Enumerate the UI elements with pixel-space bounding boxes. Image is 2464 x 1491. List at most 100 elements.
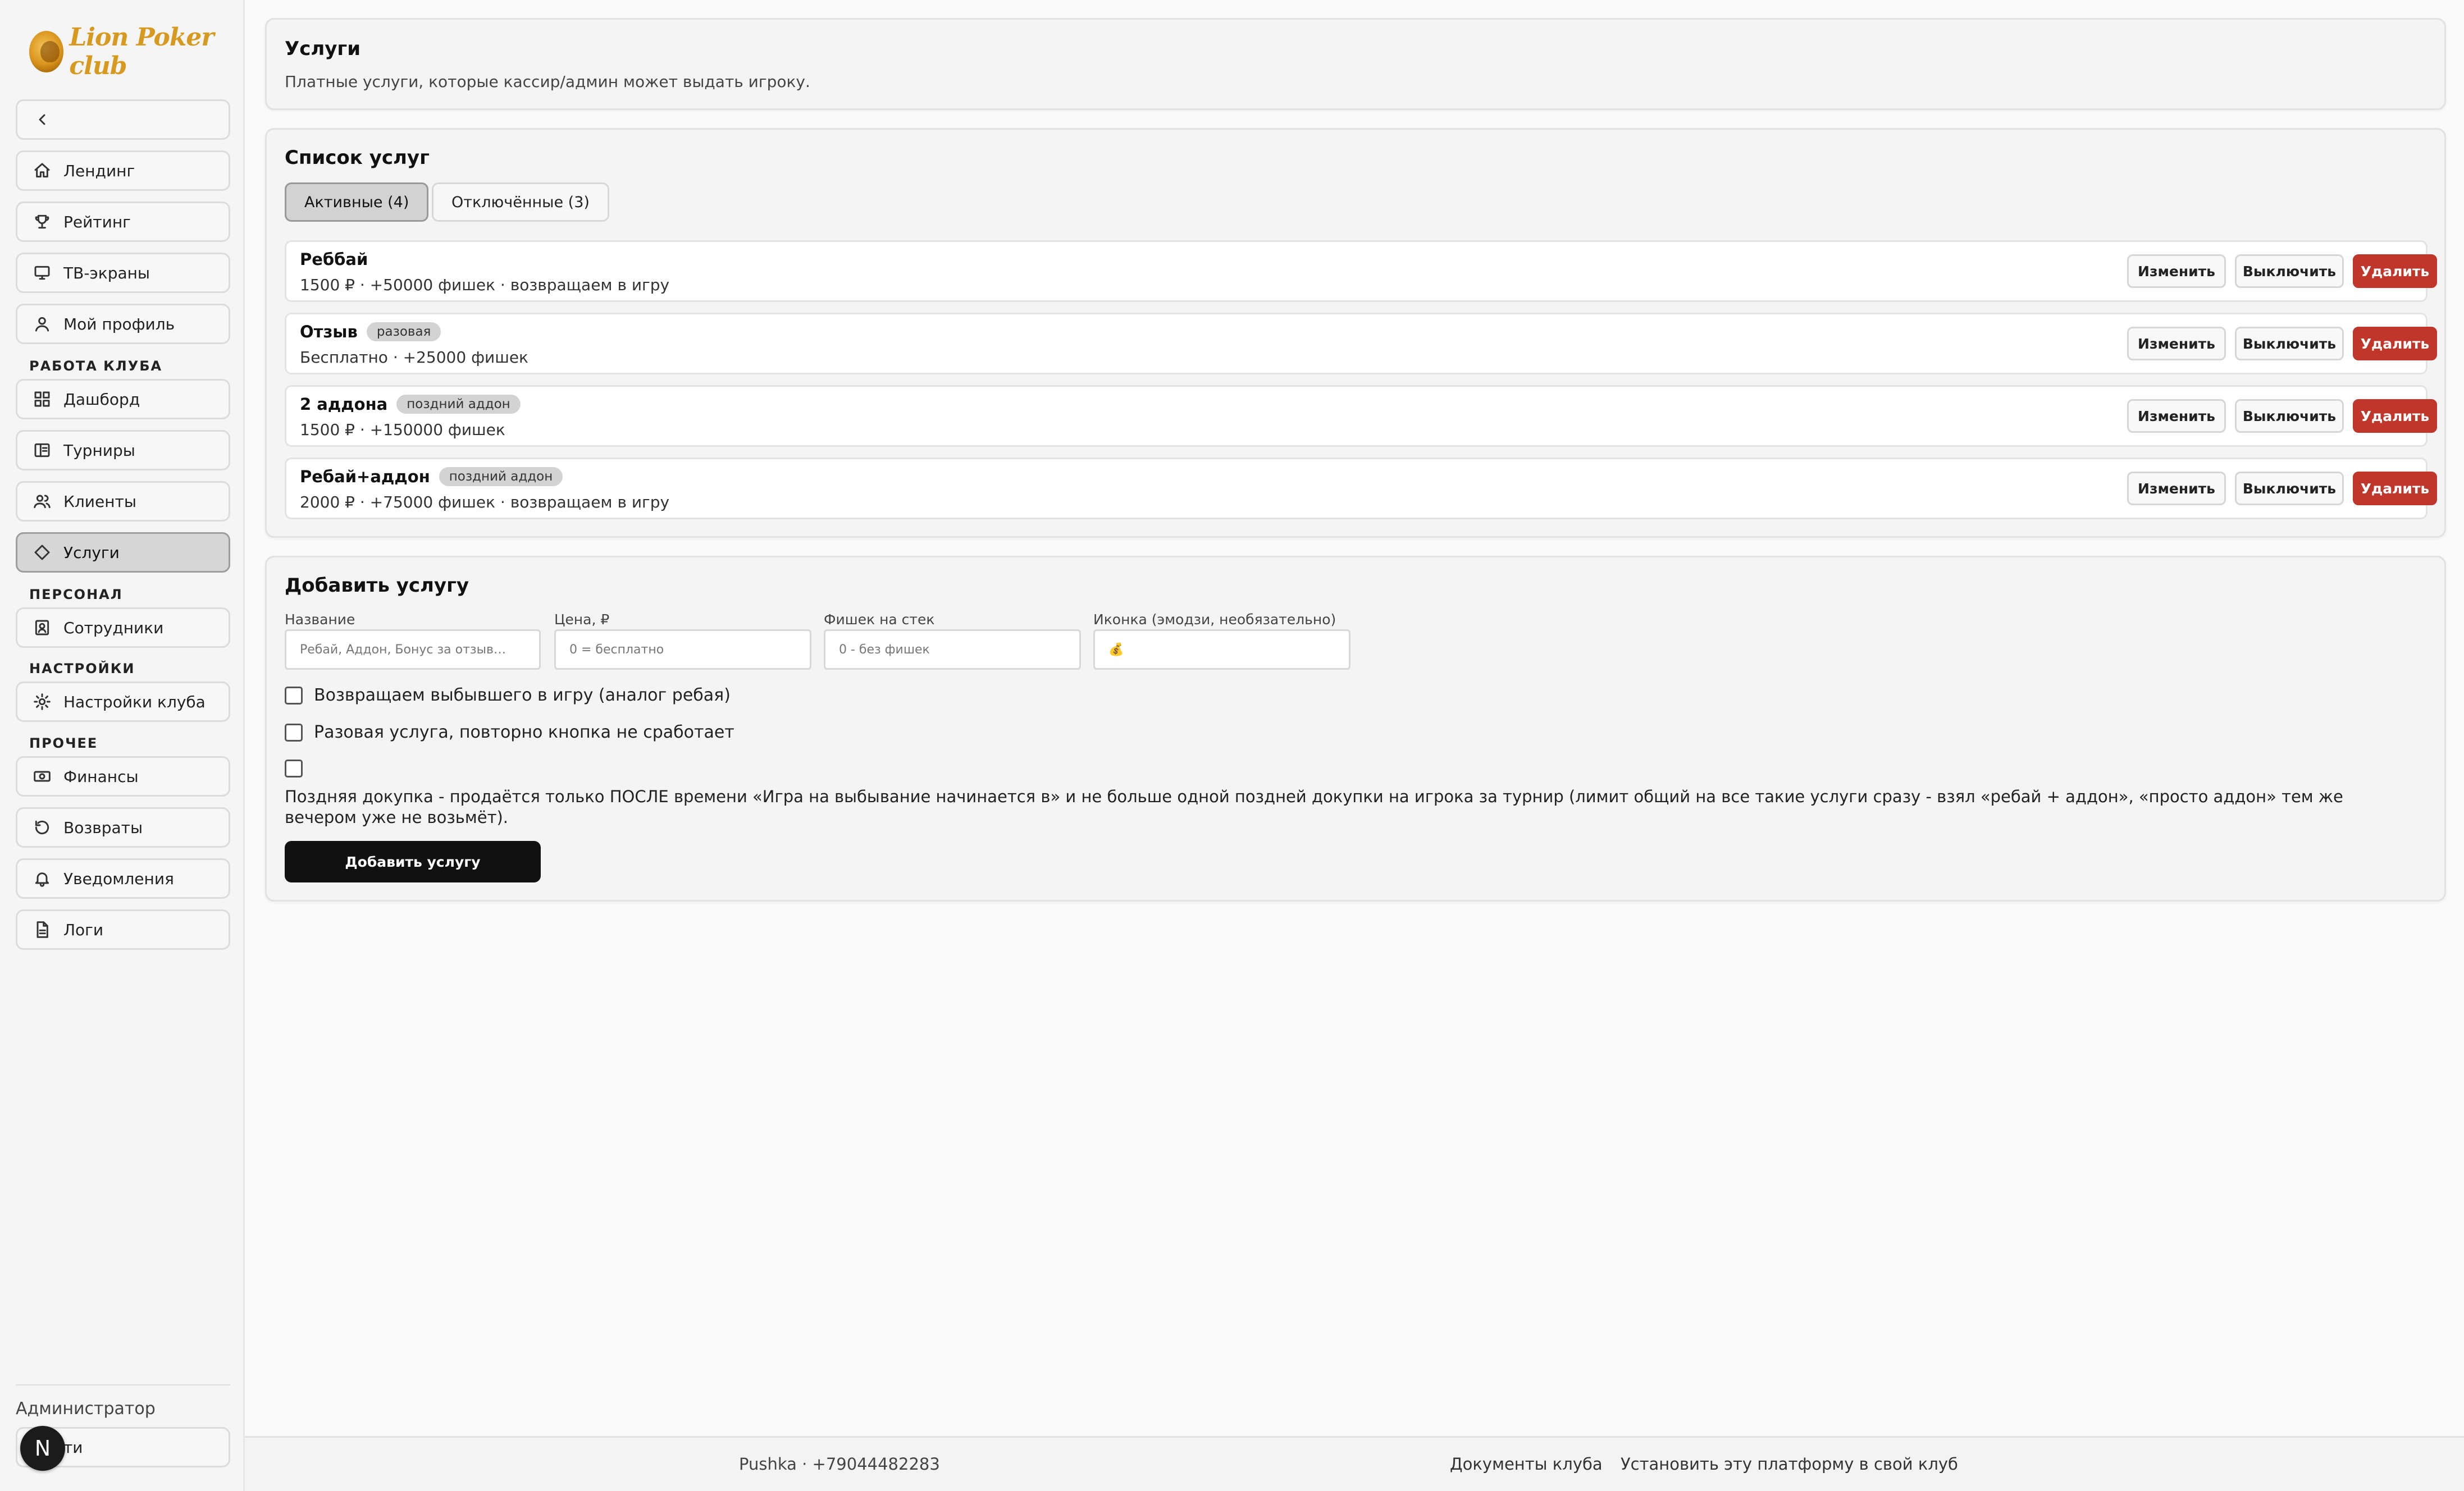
cash-icon (32, 766, 52, 786)
add-service-button[interactable]: Добавить услугу (285, 841, 541, 882)
sidebar-item-landing[interactable]: Лендинг (16, 150, 230, 191)
tab-disabled-services[interactable]: Отключённые (3) (432, 182, 609, 222)
sidebar-item-label: Настройки клуба (63, 692, 206, 711)
sidebar-item-label: Уведомления (63, 869, 174, 888)
name-label: Название (285, 611, 355, 628)
footer-contact: Pushka · +79044482283 (739, 1455, 940, 1474)
user-icon (32, 314, 52, 334)
edit-service-button[interactable]: Изменить (2127, 399, 2226, 433)
service-meta: Бесплатно · +25000 фишек (300, 348, 528, 367)
lion-logo-icon (29, 31, 64, 72)
sidebar-item-refunds[interactable]: Возвраты (16, 807, 230, 848)
delete-service-button[interactable]: Удалить (2353, 327, 2437, 360)
section-heading-staff: ПЕРСОНАЛ (29, 587, 123, 602)
edit-service-button[interactable]: Изменить (2127, 472, 2226, 505)
refresh-icon (32, 817, 52, 838)
sidebar-item-dashboard[interactable]: Дашборд (16, 379, 230, 419)
chevron-left-icon (32, 109, 52, 130)
edit-service-button[interactable]: Изменить (2127, 327, 2226, 360)
diamond-icon (32, 542, 52, 562)
service-meta: 1500 ₽ · +50000 фишек · возвращаем в игр… (300, 276, 670, 294)
sidebar-item-rating[interactable]: Рейтинг (16, 202, 230, 242)
disable-service-button[interactable]: Выключить (2235, 472, 2344, 505)
sidebar-item-label: Дашборд (63, 390, 140, 409)
tab-active-services[interactable]: Активные (4) (285, 182, 429, 222)
service-name: Реббай (300, 250, 368, 269)
sidebar-item-employees[interactable]: Сотрудники (16, 607, 230, 648)
price-input[interactable]: 0 = бесплатно (554, 629, 811, 670)
sidebar: Lion Poker club Лендинг Рейтинг ТВ-экран… (0, 0, 245, 1491)
install-platform-link[interactable]: Установить эту платформу в свой клуб (1621, 1455, 1958, 1474)
return-to-game-label: Возвращаем выбывшего в игру (аналог реба… (314, 685, 731, 705)
services-list-title: Список услуг (285, 147, 430, 169)
return-to-game-checkbox[interactable] (285, 686, 303, 705)
logo-text: Lion Poker club (69, 23, 214, 80)
sidebar-item-notifications[interactable]: Уведомления (16, 858, 230, 899)
sidebar-item-label: Турниры (63, 441, 135, 460)
sidebar-item-label: Финансы (63, 767, 139, 786)
page-subtitle: Платные услуги, которые кассир/админ мож… (285, 72, 810, 91)
delete-service-button[interactable]: Удалить (2353, 472, 2437, 505)
late-purchase-label: Поздняя докупка - продаётся только ПОСЛЕ… (285, 787, 2343, 827)
section-heading-other: ПРОЧЕЕ (29, 735, 98, 751)
club-documents-link[interactable]: Документы клуба (1450, 1455, 1603, 1474)
add-service-title: Добавить услугу (285, 574, 469, 597)
delete-service-button[interactable]: Удалить (2353, 399, 2437, 433)
sidebar-item-clients[interactable]: Клиенты (16, 481, 230, 522)
section-heading-club-work: РАБОТА КЛУБА (29, 358, 163, 374)
name-input[interactable]: Ребай, Аддон, Бонус за отзыв… (285, 629, 541, 670)
chips-label: Фишек на стек (824, 611, 935, 628)
sidebar-item-label: Клиенты (63, 492, 136, 511)
home-icon (32, 161, 52, 181)
service-row-2-addons: 2 аддона поздний аддон 1500 ₽ · +150000 … (285, 385, 2437, 447)
section-heading-settings: НАСТРОЙКИ (29, 661, 135, 676)
disable-service-button[interactable]: Выключить (2235, 254, 2344, 288)
page-header-card: Услуги Платные услуги, которые кассир/ад… (265, 18, 2446, 110)
sidebar-item-tv-screens[interactable]: ТВ-экраны (16, 253, 230, 293)
footer: Pushka · +79044482283 Документы клуба Ус… (245, 1436, 2464, 1491)
user-role: Администратор (16, 1399, 156, 1419)
sidebar-item-club-settings[interactable]: Настройки клуба (16, 682, 230, 722)
late-purchase-checkbox[interactable] (285, 760, 303, 777)
edit-service-button[interactable]: Изменить (2127, 254, 2226, 288)
club-logo[interactable]: Lion Poker club (29, 23, 243, 80)
grid-icon (32, 389, 52, 409)
price-label: Цена, ₽ (554, 611, 610, 628)
sidebar-item-finance[interactable]: Финансы (16, 756, 230, 797)
sidebar-item-label: Рейтинг (63, 212, 131, 231)
sidebar-divider (16, 1384, 230, 1385)
chips-input[interactable]: 0 - без фишек (824, 629, 1081, 670)
icon-input[interactable]: 💰 (1093, 629, 1350, 670)
service-badge: поздний аддон (396, 395, 521, 414)
sidebar-item-label: Логи (63, 920, 104, 939)
disable-service-button[interactable]: Выключить (2235, 399, 2344, 433)
file-icon (32, 920, 52, 940)
delete-service-button[interactable]: Удалить (2353, 254, 2437, 288)
avatar[interactable]: N (20, 1426, 65, 1471)
services-list-card: Список услуг Активные (4) Отключённые (3… (265, 128, 2446, 538)
service-row-review: Отзыв разовая Бесплатно · +25000 фишек И… (285, 313, 2437, 374)
sidebar-item-services[interactable]: Услуги (16, 532, 230, 573)
disable-service-button[interactable]: Выключить (2235, 327, 2344, 360)
collapse-sidebar-button[interactable] (16, 99, 230, 140)
sidebar-item-logs[interactable]: Логи (16, 909, 230, 950)
sidebar-item-label: Услуги (63, 543, 120, 562)
sidebar-item-label: Мой профиль (63, 314, 175, 333)
one-time-checkbox[interactable] (285, 723, 303, 742)
service-badge: разовая (366, 322, 441, 341)
sidebar-item-tournaments[interactable]: Турниры (16, 430, 230, 470)
icon-label: Иконка (эмодзи, необязательно) (1093, 611, 1336, 628)
sidebar-item-label: ТВ-экраны (63, 263, 150, 282)
service-name: 2 аддона (300, 395, 388, 414)
page-title: Услуги (285, 38, 361, 60)
monitor-icon (32, 263, 52, 283)
service-meta: 1500 ₽ · +150000 фишек (300, 420, 505, 439)
sidebar-item-my-profile[interactable]: Мой профиль (16, 304, 230, 344)
add-service-card: Добавить услугу Название Ребай, Аддон, Б… (265, 556, 2446, 902)
bell-icon (32, 868, 52, 889)
service-name: Ребай+аддон (300, 467, 430, 486)
book-icon (32, 440, 52, 460)
sidebar-item-label: Сотрудники (63, 618, 164, 637)
service-meta: 2000 ₽ · +75000 фишек · возвращаем в игр… (300, 493, 670, 511)
badge-icon (32, 618, 52, 638)
